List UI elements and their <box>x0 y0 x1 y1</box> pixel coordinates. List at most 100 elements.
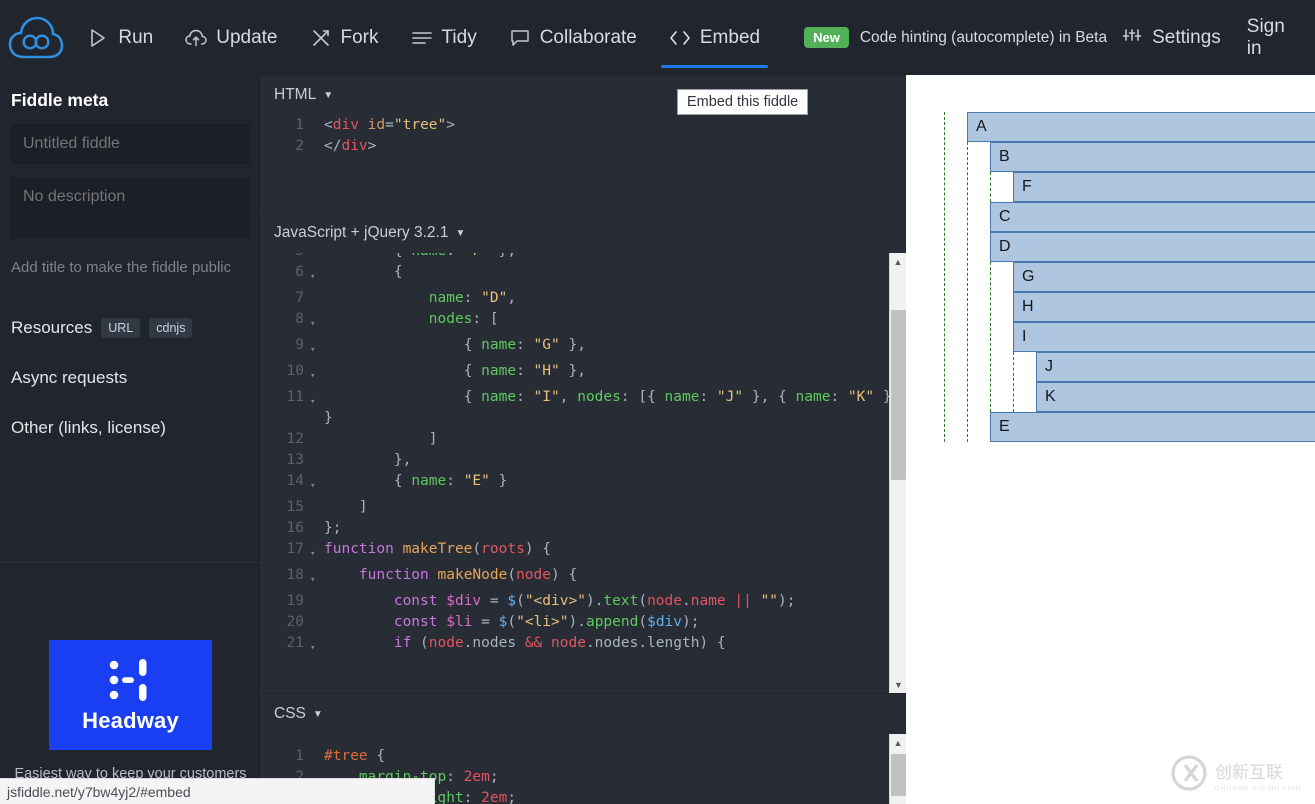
scroll-up-arrow[interactable]: ▲ <box>890 253 906 270</box>
chevron-down-icon[interactable]: ▼ <box>323 90 333 101</box>
code-text: const $li = $("<li>").append($div); <box>324 612 699 633</box>
javascript-scrollbar[interactable]: ▲ ▼ <box>889 253 906 693</box>
ad-brand-name: Headway <box>82 708 179 734</box>
fold-toggle-icon[interactable]: ▾ <box>310 633 324 659</box>
javascript-panel-header[interactable]: JavaScript + jQuery 3.2.1 ▼ <box>262 213 906 253</box>
code-line: 15 ] <box>262 497 906 518</box>
ad-logo-box: Headway <box>49 640 212 750</box>
code-line: 13 }, <box>262 450 906 471</box>
code-text: { name: "G" }, <box>324 335 586 361</box>
tree-node: B <box>990 142 1315 172</box>
chevron-down-icon[interactable]: ▼ <box>313 709 323 720</box>
signin-button[interactable]: Sign in <box>1235 16 1299 60</box>
line-number: 17 <box>262 539 310 565</box>
code-line: 16}; <box>262 518 906 539</box>
fold-toggle-icon[interactable] <box>310 497 324 518</box>
resources-pill-cdnjs[interactable]: cdnjs <box>149 318 192 338</box>
code-text: const $div = $("<div>").text(node.name |… <box>324 591 796 612</box>
nav-tidy[interactable]: Tidy <box>395 0 493 75</box>
tree-node: H <box>1013 292 1315 322</box>
tree-render-root: ABFCDGHIJKE <box>944 112 1315 442</box>
tree-list: GHIJK <box>990 262 1315 412</box>
other-links-license-row[interactable]: Other (links, license) <box>0 418 261 438</box>
async-requests-row[interactable]: Async requests <box>0 368 261 388</box>
resources-label: Resources <box>11 318 92 338</box>
code-text: function makeNode(node) { <box>324 565 577 591</box>
code-line: 19 const $div = $("<div>").text(node.nam… <box>262 591 906 612</box>
code-line: 9▾ { name: "G" }, <box>262 335 906 361</box>
fold-toggle-icon[interactable] <box>310 115 324 136</box>
tree-list: JK <box>1013 352 1315 412</box>
cloud-upload-icon <box>185 27 207 49</box>
fiddle-title-input[interactable] <box>11 124 250 164</box>
tree-item: C <box>968 202 1315 232</box>
html-panel-header[interactable]: HTML ▼ <box>262 75 906 115</box>
css-panel-header[interactable]: CSS ▼ <box>262 694 906 734</box>
line-number: 7 <box>262 288 310 309</box>
tree-node: K <box>1036 382 1315 412</box>
fold-toggle-icon[interactable] <box>310 288 324 309</box>
tree-list: BFCDGHIJKE <box>967 142 1315 442</box>
nav-run[interactable]: Run <box>71 0 169 75</box>
fold-toggle-icon[interactable]: ▾ <box>310 309 324 335</box>
code-text: nodes: [ <box>324 309 499 335</box>
resources-pill-url[interactable]: URL <box>101 318 140 338</box>
scroll-up-arrow[interactable]: ▲ <box>890 734 906 751</box>
nav-fork-label: Fork <box>341 27 379 49</box>
javascript-scroll-thumb[interactable] <box>891 310 906 480</box>
fold-toggle-icon[interactable] <box>310 591 324 612</box>
javascript-code-viewport[interactable]: 5 { name: "F" }, 6▾ {7 name: "D",8▾ node… <box>262 253 906 693</box>
sidebar-title: Fiddle meta <box>0 75 261 111</box>
fold-toggle-icon[interactable] <box>310 136 324 157</box>
jsfiddle-logo[interactable] <box>0 15 71 61</box>
jsfiddle-app: Run Update Fork <box>0 0 1315 804</box>
nav-update[interactable]: Update <box>169 0 293 75</box>
header-right-group: Settings Sign in <box>1107 16 1315 60</box>
resources-row[interactable]: Resources URL cdnjs <box>0 318 261 338</box>
css-scroll-thumb[interactable] <box>891 754 906 796</box>
code-line: 20 const $li = $("<li>").append($div); <box>262 612 906 633</box>
fold-toggle-icon[interactable]: ▾ <box>310 335 324 361</box>
fold-toggle-icon[interactable] <box>310 746 324 767</box>
fold-toggle-icon[interactable]: ▾ <box>310 539 324 565</box>
line-number: 20 <box>262 612 310 633</box>
line-number: 2 <box>262 136 310 157</box>
settings-button[interactable]: Settings <box>1107 27 1235 49</box>
fold-toggle-icon[interactable]: ▾ <box>310 262 324 288</box>
nav-fork[interactable]: Fork <box>294 0 395 75</box>
list-lines-icon <box>411 27 433 49</box>
css-scrollbar[interactable]: ▲ ▼ <box>889 734 906 804</box>
nav-update-label: Update <box>216 27 277 49</box>
fold-toggle-icon[interactable] <box>310 450 324 471</box>
editor-column: Embed this fiddle HTML ▼ 1<div id="tree"… <box>262 75 906 804</box>
nav-embed[interactable]: Embed <box>653 0 776 75</box>
fold-toggle-icon[interactable] <box>310 429 324 450</box>
fold-toggle-icon[interactable]: ▾ <box>310 387 324 429</box>
code-line: 18▾ function makeNode(node) { <box>262 565 906 591</box>
line-number: 6 <box>262 262 310 288</box>
nav-collaborate[interactable]: Collaborate <box>493 0 653 75</box>
html-panel: HTML ▼ 1<div id="tree">2</div> <box>262 75 906 212</box>
line-number: 16 <box>262 518 310 539</box>
fold-toggle-icon[interactable] <box>310 612 324 633</box>
fold-toggle-icon[interactable]: ▾ <box>310 565 324 591</box>
tree-node: G <box>1013 262 1315 292</box>
nav-collaborate-label: Collaborate <box>540 27 637 49</box>
tree-item: ABFCDGHIJKE <box>945 112 1315 442</box>
sidebar-advertisement[interactable]: Headway Easiest way to keep your custome… <box>0 563 261 804</box>
code-line: 1#tree { <box>262 746 516 767</box>
chevron-down-icon[interactable]: ▼ <box>455 228 465 239</box>
promo-banner[interactable]: New Code hinting (autocomplete) in Beta <box>804 27 1107 48</box>
html-code-area[interactable]: 1<div id="tree">2</div> <box>262 115 906 157</box>
tree-list: ABFCDGHIJKE <box>944 112 1315 442</box>
status-bar-url: jsfiddle.net/y7bw4yj2/#embed <box>7 784 191 800</box>
line-number: 19 <box>262 591 310 612</box>
javascript-code-area[interactable]: 6▾ {7 name: "D",8▾ nodes: [9▾ { name: "G… <box>262 262 906 659</box>
promo-text: Code hinting (autocomplete) in Beta <box>860 29 1107 47</box>
fold-toggle-icon[interactable]: ▾ <box>310 361 324 387</box>
fold-toggle-icon[interactable]: ▾ <box>310 471 324 497</box>
scroll-down-arrow[interactable]: ▼ <box>890 676 906 693</box>
code-line: 7 name: "D", <box>262 288 906 309</box>
fold-toggle-icon[interactable] <box>310 518 324 539</box>
fiddle-description-input[interactable] <box>11 177 250 239</box>
